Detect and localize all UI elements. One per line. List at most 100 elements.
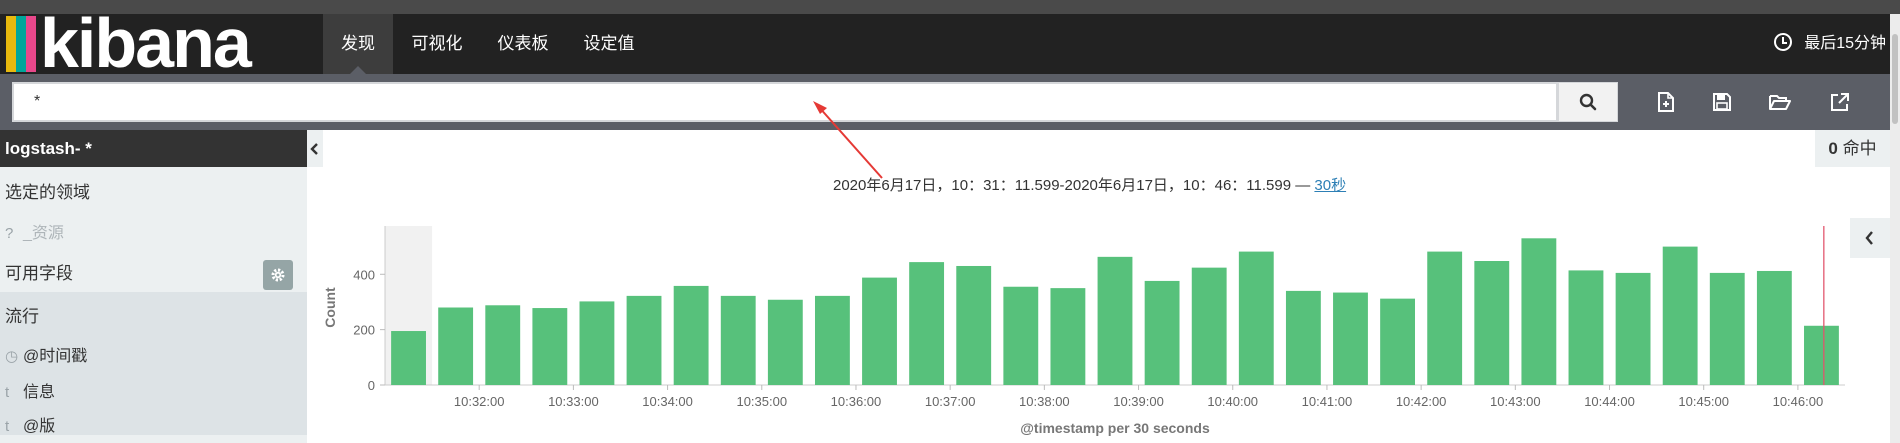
histogram-bar xyxy=(767,299,803,385)
histogram-bar xyxy=(1804,325,1839,385)
selected-field-row[interactable]: ? _资源 xyxy=(5,219,64,243)
x-tick-label: 10:42:00 xyxy=(1396,394,1447,409)
histogram-bar xyxy=(532,308,568,385)
share-icon xyxy=(1831,93,1849,111)
y-tick-label: 400 xyxy=(353,267,375,282)
field-name: @版 xyxy=(23,418,56,435)
interval-link[interactable]: 30秒 xyxy=(1314,177,1346,194)
y-tick-label: 200 xyxy=(353,323,375,338)
search-input[interactable] xyxy=(12,82,1558,122)
clock-type-icon: ◷ xyxy=(5,348,19,365)
histogram-bar xyxy=(1144,280,1180,385)
histogram-bar xyxy=(720,295,756,385)
unknown-type-icon: ? xyxy=(5,225,14,242)
histogram-bar xyxy=(1662,246,1698,385)
share-button[interactable] xyxy=(1826,88,1854,116)
chart-collapse-button[interactable] xyxy=(1850,218,1890,258)
histogram-bar xyxy=(814,295,850,385)
search-bar xyxy=(0,74,1900,130)
window-top-strip xyxy=(0,0,1900,14)
histogram-bar xyxy=(1615,272,1651,385)
x-tick-label: 10:46:00 xyxy=(1773,394,1824,409)
x-tick-label: 10:43:00 xyxy=(1490,394,1541,409)
x-tick-label: 10:39:00 xyxy=(1113,394,1164,409)
y-axis-title: Count xyxy=(322,287,338,328)
x-tick-label: 10:36:00 xyxy=(831,394,882,409)
x-tick-label: 10:45:00 xyxy=(1678,394,1729,409)
logo-stripe-teal xyxy=(16,16,26,72)
popular-heading: 流行 xyxy=(5,307,39,326)
top-navbar: kibana 发现 可视化 仪表板 设定值 最后15分钟 xyxy=(0,8,1900,78)
histogram-bar xyxy=(1521,238,1557,385)
save-search-button[interactable] xyxy=(1708,88,1736,116)
field-name: @时间戳 xyxy=(23,348,88,365)
x-tick-label: 10:44:00 xyxy=(1584,394,1635,409)
hit-count: 0 命中 xyxy=(1815,130,1890,167)
time-range-label: 2020年6月17日，10：31：11.599-2020年6月17日，10：46… xyxy=(833,174,1346,195)
index-pattern-selector[interactable]: logstash- * xyxy=(0,130,307,167)
x-axis-title: @timestamp per 30 seconds xyxy=(1020,420,1210,436)
field-row-timestamp[interactable]: ◷ @时间戳 xyxy=(5,342,87,366)
search-button[interactable] xyxy=(1558,82,1618,122)
tab-label: 可视化 xyxy=(411,34,463,53)
x-tick-label: 10:35:00 xyxy=(736,394,787,409)
histogram-bar xyxy=(1003,286,1039,385)
histogram-bar xyxy=(673,285,709,385)
gear-icon xyxy=(271,268,285,282)
search-icon xyxy=(1579,93,1597,111)
histogram-bar xyxy=(1709,272,1745,385)
tab-label: 设定值 xyxy=(583,34,635,53)
available-fields-heading: 可用字段 xyxy=(5,264,73,283)
clock-icon xyxy=(1773,32,1792,51)
tab-discover[interactable]: 发现 xyxy=(323,14,393,74)
x-tick-label: 10:33:00 xyxy=(548,394,599,409)
time-picker[interactable]: 最后15分钟 xyxy=(1773,14,1886,74)
field-row-message[interactable]: t 信息 xyxy=(5,378,55,402)
logo-wordmark: kibana xyxy=(40,4,252,82)
histogram-bar xyxy=(1238,251,1274,385)
histogram-chart: 0 200 400 10:32:00 10:33:00 10:34:00 10:35:00 1… xyxy=(322,226,1845,436)
open-search-button[interactable] xyxy=(1766,88,1794,116)
selected-fields-heading: 选定的领域 xyxy=(5,183,90,202)
histogram-bar xyxy=(1474,261,1510,385)
page-scrollbar[interactable] xyxy=(1890,14,1900,443)
field-name: _资源 xyxy=(23,225,64,242)
chevron-left-icon xyxy=(1865,231,1873,245)
field-row-version[interactable]: t @版 xyxy=(5,412,55,436)
x-tick-label: 10:41:00 xyxy=(1302,394,1353,409)
kibana-logo[interactable]: kibana xyxy=(6,8,306,78)
x-tick-label: 10:32:00 xyxy=(454,394,505,409)
histogram-bar xyxy=(1333,292,1368,385)
tab-label: 发现 xyxy=(341,34,375,53)
field-settings-button[interactable] xyxy=(263,260,293,290)
histogram-bar xyxy=(579,301,615,385)
logo-stripe-pink xyxy=(26,16,36,72)
histogram-bar xyxy=(956,265,992,385)
open-icon xyxy=(1769,95,1791,110)
logo-stripe-yellow xyxy=(6,16,16,72)
tab-visualize[interactable]: 可视化 xyxy=(402,14,472,74)
new-search-button[interactable] xyxy=(1652,88,1680,116)
new-search-icon xyxy=(1658,92,1674,112)
field-name: 信息 xyxy=(23,384,56,401)
time-range-text: 2020年6月17日，10：31：11.599-2020年6月17日，10：46… xyxy=(833,177,1311,194)
histogram-bar xyxy=(485,305,521,385)
field-sidebar: logstash- * 选定的领域 ? _资源 可用字段 流行 ◷ @时间戳 t 信息… xyxy=(0,130,307,443)
x-tick-label: 10:38:00 xyxy=(1019,394,1070,409)
histogram-bar xyxy=(1380,298,1416,385)
time-picker-label: 最后15分钟 xyxy=(1804,35,1886,52)
string-type-icon: t xyxy=(5,418,10,435)
histogram-bar xyxy=(1097,256,1133,385)
save-icon xyxy=(1713,93,1731,111)
hit-count-label: 命中 xyxy=(1842,139,1877,158)
histogram-bar xyxy=(862,277,897,385)
hit-count-number: 0 xyxy=(1828,139,1838,158)
tab-settings[interactable]: 设定值 xyxy=(574,14,644,74)
histogram-bar xyxy=(626,295,662,385)
y-tick-label: 0 xyxy=(368,378,375,393)
sidebar-collapse-button[interactable] xyxy=(307,130,323,167)
tab-dashboard[interactable]: 仪表板 xyxy=(488,14,558,74)
histogram-bar xyxy=(438,307,474,385)
scrollbar-thumb[interactable] xyxy=(1892,34,1898,124)
active-tab-caret xyxy=(350,66,366,74)
